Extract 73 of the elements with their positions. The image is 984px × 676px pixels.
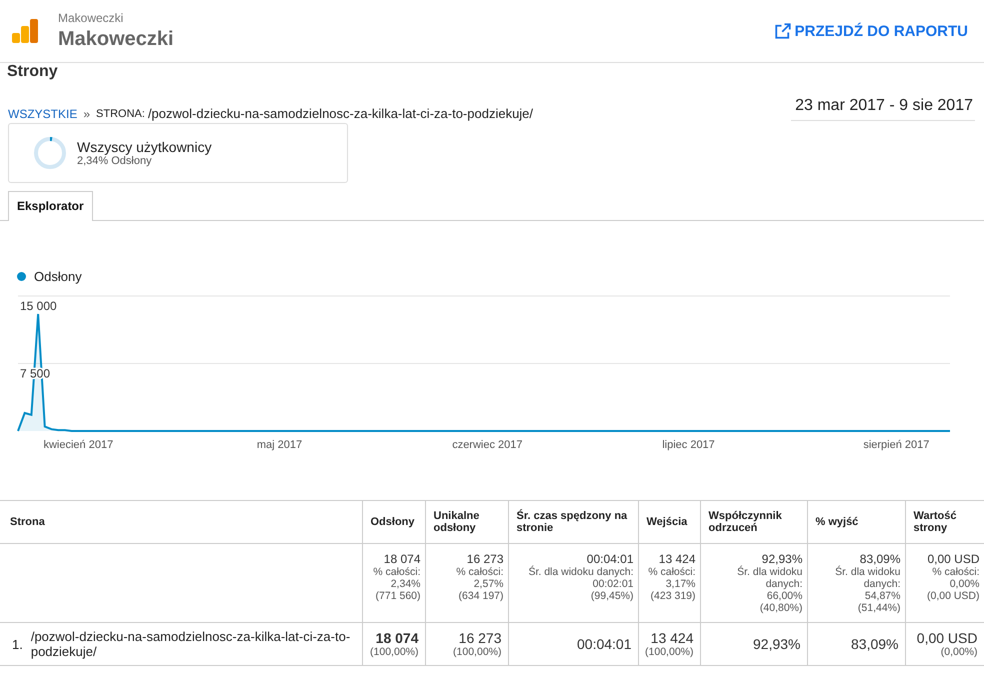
total-value: 18 074	[382, 552, 420, 566]
total-detail: % całości:	[455, 566, 504, 578]
x-axis-label: lipiec 2017	[662, 439, 715, 451]
account-name: Makoweczki	[58, 11, 124, 25]
cell-value: 13 424	[650, 630, 694, 646]
report-link[interactable]: PRZEJDŹ DO RAPORTU	[774, 22, 968, 40]
segment-card[interactable]: Wszyscy użytkownicy 2,34% Odsłony	[8, 123, 348, 183]
column-header[interactable]: Śr. czas spędzony na stronie	[508, 500, 638, 544]
total-detail: (634 197)	[458, 590, 504, 602]
total-detail: (51,44%)	[856, 602, 900, 614]
column-header[interactable]: Unikalne odsłony	[425, 500, 508, 544]
x-axis-label: kwiecień 2017	[43, 439, 114, 451]
total-detail: (40,80%)	[758, 602, 802, 614]
tab[interactable]: Eksplorator	[8, 191, 93, 221]
total-detail: 3,17%	[664, 578, 696, 590]
segment-share: 2,34% Odsłony	[77, 155, 153, 167]
total-value: 0,00 USD	[926, 552, 980, 566]
total-detail: (99,45%)	[590, 590, 634, 602]
total-detail: (771 560)	[374, 590, 420, 602]
x-axis-label: maj 2017	[256, 439, 302, 451]
total-detail: Śr. dla widoku danych:	[736, 566, 802, 590]
column-header[interactable]: Wejścia	[638, 500, 700, 544]
cell-value: 18 074	[374, 630, 418, 646]
cell-value: 16 273	[458, 630, 502, 646]
page-title: Strony	[6, 63, 59, 81]
x-axis-label: czerwiec 2017	[452, 439, 523, 451]
total-detail: Śr. dla widoku danych:	[527, 566, 634, 578]
total-detail: % całości:	[372, 566, 420, 578]
total-detail: 2,57%	[472, 578, 504, 590]
cell-value: 83,09%	[850, 636, 898, 652]
total-value: 00:04:01	[586, 552, 634, 566]
x-axis-label: sierpień 2017	[863, 439, 930, 451]
total-detail: % całości:	[647, 566, 696, 578]
legend-dot	[17, 272, 26, 281]
cell-share: (100,00%)	[644, 646, 694, 658]
external-link-icon	[774, 22, 792, 40]
legend-label: Odsłony	[34, 269, 82, 284]
analytics-logo-icon	[12, 19, 38, 43]
breadcrumb-value: /pozwol-dziecku-na-samodzielnosc-za-kilka-lat-ci-za-to-podziekuje/	[148, 106, 534, 121]
property-name: Makoweczki	[58, 28, 175, 51]
column-header[interactable]: Współczynnik odrzuceń	[700, 500, 807, 544]
cell-share: (0,00%)	[940, 646, 978, 658]
y-axis-label: 15 000	[20, 299, 57, 313]
column-header[interactable]: Wartość strony	[905, 500, 984, 544]
total-value: 83,09%	[858, 552, 900, 566]
cell-share: (100,00%)	[369, 646, 418, 658]
total-detail: 00:02:01	[592, 578, 634, 590]
total-value: 92,93%	[760, 552, 802, 566]
total-detail: 0,00%	[948, 578, 980, 590]
page-path[interactable]: /pozwol-dziecku-na-samodzielnosc-za-kilka-lat-ci-za-to-podziekuje/	[30, 629, 356, 659]
cell-value: 00:04:01	[576, 636, 632, 652]
total-value: 13 424	[658, 552, 696, 566]
segment-ring-icon	[33, 136, 67, 170]
segment-name: Wszyscy użytkownicy	[77, 139, 212, 155]
cell-value: 0,00 USD	[916, 630, 978, 646]
row-number: 1.	[12, 636, 23, 652]
date-range[interactable]: 23 mar 2017 - 9 sie 2017	[791, 95, 975, 121]
total-detail: 66,00%	[766, 590, 802, 602]
breadcrumb-label: STRONA:	[96, 108, 145, 120]
breadcrumb-link[interactable]: WSZYSTKIE	[8, 106, 78, 120]
column-header[interactable]: % wyjść	[807, 500, 905, 544]
total-value: 16 273	[466, 552, 504, 566]
column-header[interactable]: Odsłony	[362, 500, 425, 544]
total-detail: (423 319)	[650, 590, 696, 602]
breadcrumb-separator: »	[83, 106, 90, 120]
cell-value: 92,93%	[752, 636, 800, 652]
total-detail: Śr. dla widoku danych:	[834, 566, 900, 590]
total-detail: (0,00 USD)	[926, 590, 980, 602]
total-detail: 2,34%	[390, 578, 420, 590]
cell-share: (100,00%)	[452, 646, 502, 658]
total-detail: % całości:	[931, 566, 980, 578]
column-header[interactable]: Strona	[0, 500, 362, 544]
total-detail: 54,87%	[864, 590, 900, 602]
